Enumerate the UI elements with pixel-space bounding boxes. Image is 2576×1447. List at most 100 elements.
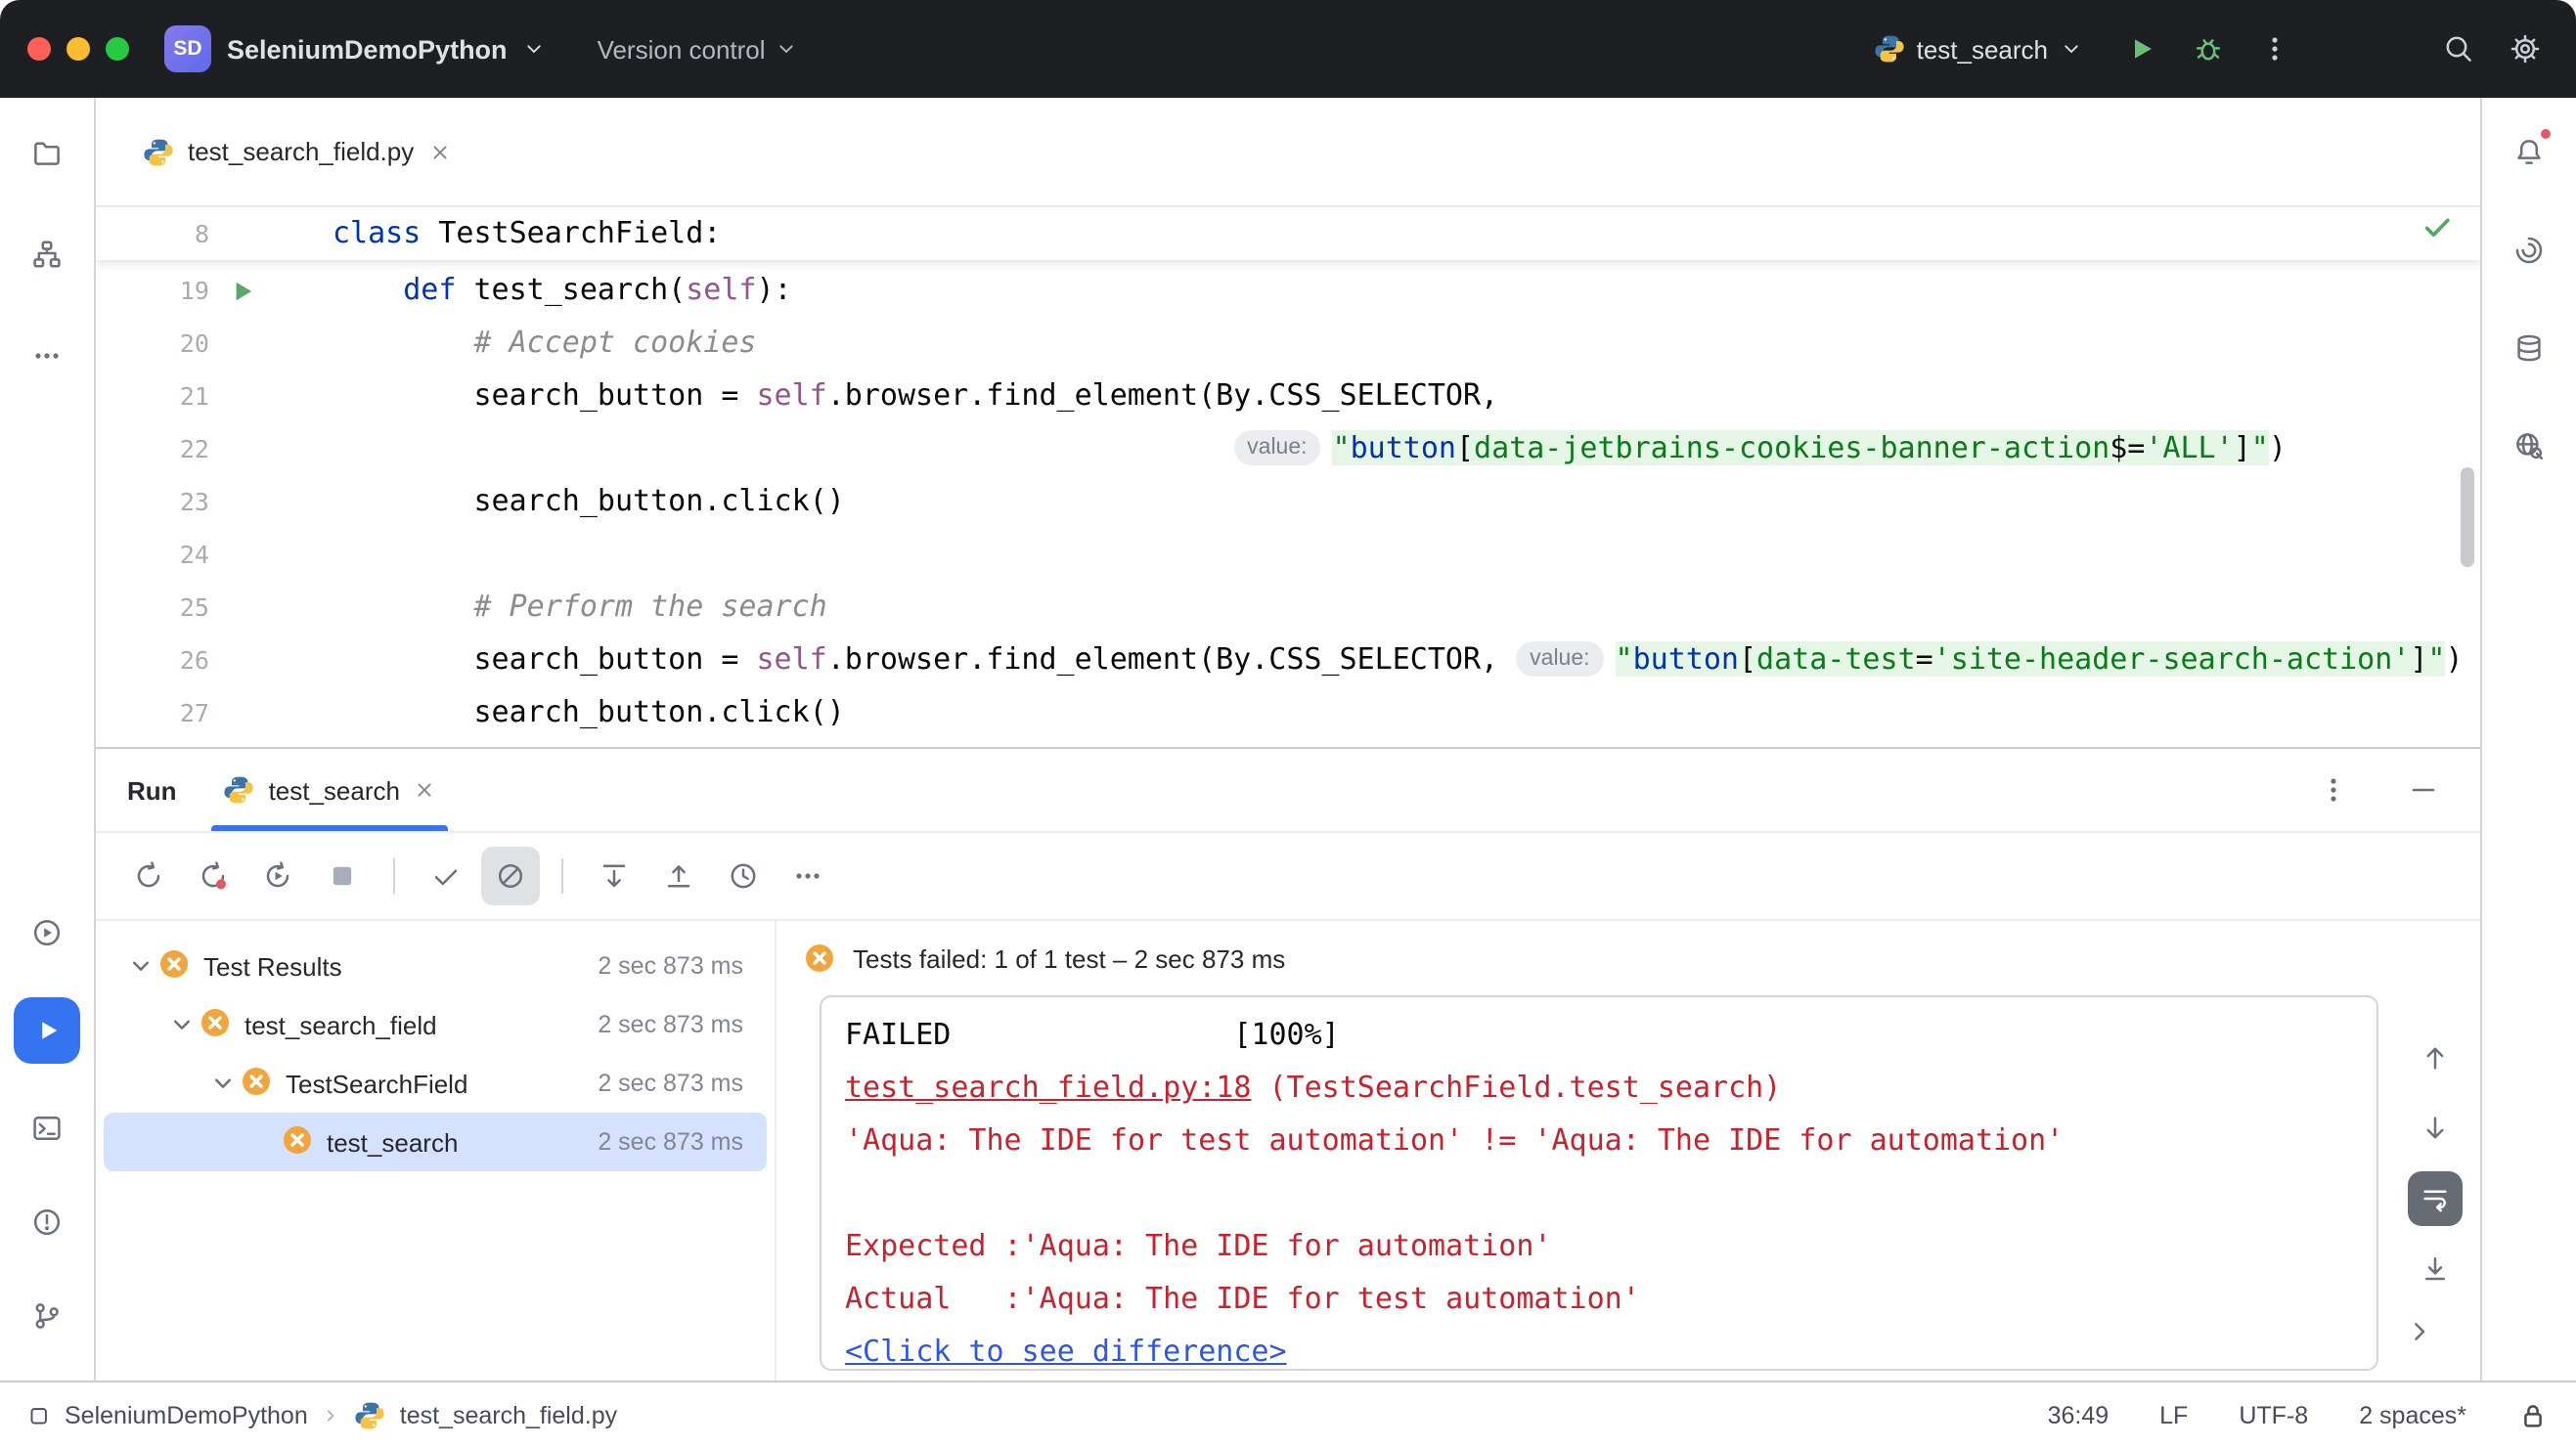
scroll-end-button[interactable] [2408, 1242, 2463, 1296]
rerun-failed-button[interactable] [184, 847, 243, 905]
line-number: 24 [96, 528, 209, 581]
console-output[interactable]: FAILED [100%]test_search_field.py:18 (Te… [820, 995, 2378, 1371]
run-panel-tab-label: test_search [269, 775, 400, 805]
breadcrumb-project[interactable]: SeleniumDemoPython [65, 1401, 308, 1428]
python-icon [224, 774, 255, 806]
editor-scrollbar[interactable] [2461, 467, 2474, 567]
kebab-icon [2318, 774, 2349, 806]
line-number: 25 [96, 581, 209, 634]
show-passed-icon [430, 860, 462, 892]
sort-by-duration-icon [728, 860, 759, 892]
arrow-down-button[interactable] [2408, 1101, 2463, 1156]
lock-icon[interactable] [2517, 1399, 2549, 1430]
console-line [845, 1167, 2353, 1220]
notifications-tool-button[interactable] [2500, 123, 2558, 182]
test-failed-icon [158, 947, 190, 979]
close-window-button[interactable] [27, 37, 51, 61]
line-number: 19 [96, 264, 209, 317]
code-editor[interactable]: 8 class TestSearchField: 19 def test_sea… [96, 207, 2480, 747]
file-encoding[interactable]: UTF-8 [2239, 1401, 2308, 1428]
collapse-node-icon[interactable] [205, 1068, 241, 1099]
chevron-right-icon [322, 1405, 341, 1425]
show-ignored-button[interactable] [481, 847, 540, 905]
toolbar-separator [393, 858, 395, 894]
run-test-gutter-icon[interactable] [209, 264, 276, 317]
more-actions-button[interactable] [2247, 22, 2302, 76]
title-bar: SD SeleniumDemoPython Version control te… [0, 0, 2576, 98]
more-icon [792, 860, 823, 892]
arrow-up-button[interactable] [2408, 1030, 2463, 1085]
version-control-tool-button[interactable] [18, 1287, 76, 1345]
run-line-icon [227, 275, 258, 306]
search-everywhere-button[interactable] [2431, 22, 2486, 76]
stop-button[interactable] [313, 847, 372, 905]
test-tree-item[interactable]: test_search 2 sec 873 ms [104, 1113, 767, 1171]
database-tool-button[interactable] [2500, 319, 2558, 377]
code-text: def test_search(self): [276, 264, 792, 317]
line-number: 23 [96, 475, 209, 528]
sort-by-duration-button[interactable] [714, 847, 773, 905]
web-tool-button[interactable] [2500, 417, 2558, 475]
expand-all-button[interactable] [585, 847, 644, 905]
ai-assistant-tool-button[interactable] [2500, 221, 2558, 280]
breadcrumb-file[interactable]: test_search_field.py [400, 1401, 617, 1428]
zoom-window-button[interactable] [106, 37, 129, 61]
see-difference-link[interactable]: <Click to see difference> [845, 1334, 1287, 1369]
close-tab-icon[interactable] [414, 778, 437, 802]
code-line-21: 21 search_button = self.browser.find_ele… [96, 370, 2480, 422]
chevron-right-icon [2404, 1316, 2435, 1347]
cursor-position[interactable]: 36:49 [2048, 1401, 2110, 1428]
code-line-8: 8 class TestSearchField: [96, 207, 2480, 260]
debug-button[interactable] [2181, 22, 2236, 76]
test-tree-item[interactable]: test_search_field 2 sec 873 ms [104, 995, 767, 1054]
soft-wrap-button[interactable] [2408, 1171, 2463, 1226]
expand-console-button[interactable] [2390, 1302, 2449, 1361]
test-duration: 2 sec 873 ms [598, 1128, 743, 1156]
settings-button[interactable] [2498, 22, 2553, 76]
collapse-all-button[interactable] [649, 847, 708, 905]
services-tool-button[interactable] [18, 903, 76, 962]
run-tool-button[interactable] [14, 997, 80, 1064]
terminal-tool-button[interactable] [18, 1099, 76, 1158]
editor-tab[interactable]: test_search_field.py [123, 118, 470, 185]
vcs-widget[interactable]: Version control [598, 34, 799, 64]
run-configuration-selector[interactable]: test_search [1874, 33, 2083, 65]
run-panel-title: Run [127, 775, 177, 805]
console-line: Actual :'Aqua: The IDE for test automati… [845, 1273, 2353, 1326]
auto-test-button[interactable] [248, 847, 307, 905]
structure-icon [31, 239, 63, 270]
chevron-down-icon [776, 37, 799, 61]
run-panel-tab[interactable]: test_search [216, 749, 445, 831]
run-button[interactable] [2114, 22, 2169, 76]
line-separator[interactable]: LF [2159, 1401, 2188, 1428]
project-widget[interactable]: SD SeleniumDemoPython [164, 25, 547, 72]
rerun-button[interactable] [119, 847, 178, 905]
minimize-window-button[interactable] [67, 37, 90, 61]
python-icon [143, 136, 174, 167]
console-line: FAILED [100%] [845, 1009, 2353, 1062]
close-tab-icon[interactable] [427, 140, 451, 163]
inspections-status-icon[interactable] [2421, 207, 2453, 260]
test-tree-item[interactable]: Test Results 2 sec 873 ms [104, 937, 767, 995]
run-panel-options-button[interactable] [2304, 761, 2363, 819]
indent-style[interactable]: 2 spaces* [2359, 1401, 2466, 1428]
test-tree-item[interactable]: TestSearchField 2 sec 873 ms [104, 1054, 767, 1113]
hide-panel-button[interactable] [2394, 761, 2453, 819]
test-location-link[interactable]: test_search_field.py:18 [845, 1070, 1251, 1105]
code-text: # Perform the search [276, 581, 827, 634]
collapse-node-icon[interactable] [123, 950, 158, 982]
code-text: search_button = self.browser.find_elemen… [276, 370, 1498, 422]
test-name: test_search [327, 1127, 458, 1157]
more-button[interactable] [778, 847, 837, 905]
right-tool-stripe [2480, 98, 2576, 1381]
collapse-node-icon[interactable] [164, 1009, 200, 1040]
notification-badge [2539, 127, 2553, 141]
show-passed-button[interactable] [417, 847, 475, 905]
folder-tool-button[interactable] [18, 123, 76, 182]
more-tool-button[interactable] [18, 327, 76, 385]
code-text: search_button = self.browser.find_elemen… [276, 634, 2464, 686]
problems-tool-button[interactable] [18, 1193, 76, 1251]
status-bar: SeleniumDemoPython test_search_field.py … [0, 1381, 2576, 1447]
kebab-icon [2259, 33, 2290, 65]
structure-tool-button[interactable] [18, 225, 76, 284]
